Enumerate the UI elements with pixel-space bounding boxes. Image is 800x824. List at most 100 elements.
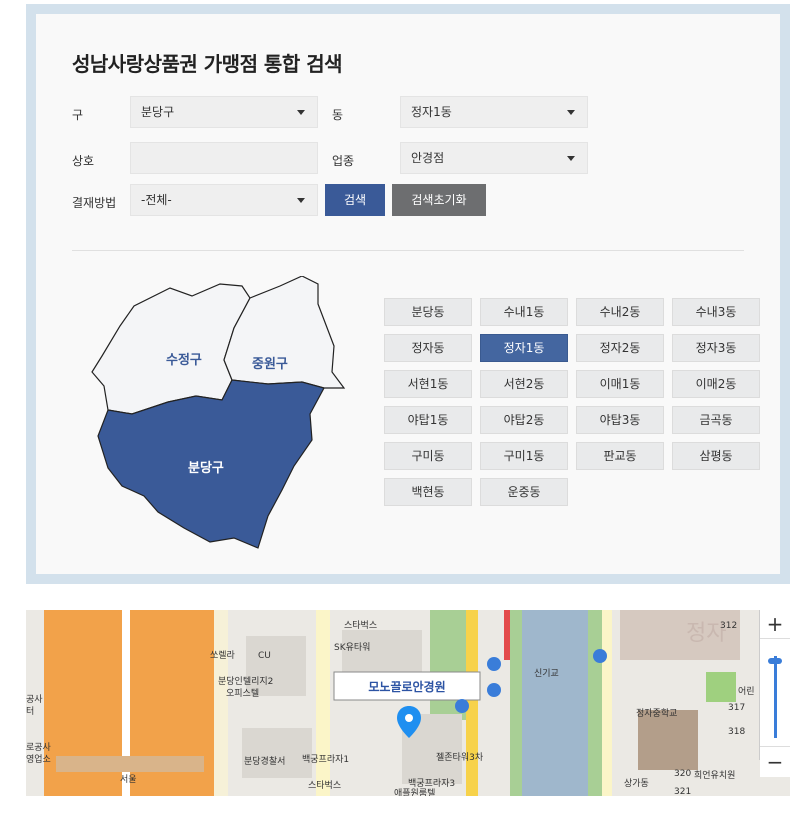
dong-button[interactable]: 운중동 [480,478,568,506]
dong-button[interactable]: 분당동 [384,298,472,326]
map-label: 오피스텔 [226,687,259,699]
bus-stop-icon [455,699,469,713]
name-input[interactable] [130,142,318,174]
district-label-jungwon: 중원구 [252,357,288,372]
dong-button[interactable]: 금곡동 [672,406,760,434]
dong-button[interactable]: 정자2동 [576,334,664,362]
map-popup-label: 모노끌로안경원 [368,679,445,694]
map-svg: 모노끌로안경원 스타벅스SK유타워쏘렐라 CU분당인텔리지2오피스텔분당경찰서 백궁… [26,610,790,796]
zoom-slider-handle[interactable] [768,658,782,664]
zoom-slider-track[interactable] [774,656,777,738]
gu-select[interactable]: 분당구 [130,96,318,128]
category-select-value: 안경점 [411,151,445,165]
bridge [56,756,204,772]
search-button[interactable]: 검색 [325,184,385,216]
bus-stop-icon [487,657,501,671]
map-label: 로공사 [26,742,52,753]
dong-button[interactable]: 구미1동 [480,442,568,470]
chevron-down-icon [297,198,305,203]
map-label: 317 [728,703,745,713]
payment-select-value: -전체- [141,193,172,207]
district-map: 수정구 중원구 분당구 [72,275,362,556]
map-label: 분당인텔리지2 [218,675,273,687]
map-label: 터 [26,706,34,717]
dong-button[interactable]: 정자동 [384,334,472,362]
dong-button[interactable]: 서현2동 [480,370,568,398]
bus-stop-icon [487,683,501,697]
map-label: 백궁프라자3 [408,778,455,789]
dong-button[interactable]: 삼평동 [672,442,760,470]
name-label: 상호 [72,154,95,168]
store-map[interactable]: 모노끌로안경원 스타벅스 SK유타워 쏘렐라 CU 분당인텔리지2 오피스텔 분당경찰서 백궁… [26,610,790,796]
dong-button[interactable]: 이매1동 [576,370,664,398]
road [602,610,612,796]
reset-button[interactable]: 검색초기화 [392,184,486,216]
search-panel: 성남사랑상품권 가맹점 통합 검색 구 분당구 동 정자1동 상호 업종 안경점… [26,4,790,584]
rail-line [504,610,510,660]
dong-button[interactable]: 야탑2동 [480,406,568,434]
map-label: 320 [674,769,691,779]
map-label: 스타벅스 [344,620,377,631]
dong-button[interactable]: 수내1동 [480,298,568,326]
map-label: 젤존타워3차 [436,751,484,763]
dong-button[interactable]: 수내3동 [672,298,760,326]
park-small [706,672,736,702]
category-label: 업종 [332,154,355,168]
map-label: SK유타워 [334,642,370,653]
gu-label: 구 [72,108,84,122]
district-map-svg: 수정구 중원구 분당구 [91,275,346,549]
dong-button[interactable]: 야탑3동 [576,406,664,434]
riverbank-left [510,610,522,796]
search-panel-inner: 성남사랑상품권 가맹점 통합 검색 구 분당구 동 정자1동 상호 업종 안경점… [36,14,780,574]
dong-button[interactable]: 수내2동 [576,298,664,326]
district-label-sujeong: 수정구 [166,352,202,368]
chevron-down-icon [567,156,575,161]
map-label: 분당경찰서 [244,755,285,767]
map-label: 쏘렐라 [210,649,236,661]
dong-button[interactable]: 정자3동 [672,334,760,362]
divider [72,250,744,251]
zoom-control: + − [759,610,790,777]
gu-select-value: 분당구 [141,105,175,119]
road [316,610,330,796]
chevron-down-icon [297,110,305,115]
dong-button[interactable]: 서현1동 [384,370,472,398]
dong-button[interactable]: 판교동 [576,442,664,470]
dong-select-value: 정자1동 [411,105,452,119]
map-label: 애플원룸텔 [394,787,435,796]
map-label: 백궁프라자1 [302,754,349,765]
school-field [638,710,698,770]
map-label: 신기교 [534,668,559,679]
river [522,610,588,796]
riverbank-right [588,610,602,796]
map-label: 312 [720,621,737,631]
dong-button[interactable]: 정자1동 [480,334,568,362]
dong-label: 동 [332,108,344,122]
map-label: 공사 [26,694,43,705]
map-label: 321 [674,787,691,796]
building [246,636,306,696]
map-label: 서울 [120,774,137,785]
map-label: 스타벅스 [308,780,341,791]
dong-button[interactable]: 이매2동 [672,370,760,398]
zoom-in-button[interactable]: + [760,610,790,639]
category-select[interactable]: 안경점 [400,142,588,174]
dong-button[interactable]: 구미동 [384,442,472,470]
map-label: 318 [728,727,745,737]
payment-select[interactable]: -전체- [130,184,318,216]
dong-button[interactable]: 백현동 [384,478,472,506]
map-label: 희언유치원 [694,769,735,781]
bus-stop-icon [593,649,607,663]
district-label-bundang: 분당구 [188,460,224,476]
dong-button[interactable]: 야탑1동 [384,406,472,434]
page-title: 성남사랑상품권 가맹점 통합 검색 [72,52,343,76]
map-label: 정자중학교 [636,708,677,719]
building [242,728,312,778]
road [214,610,228,796]
map-label: CU [258,651,271,661]
payment-label: 결재방법 [72,196,117,210]
zoom-out-button[interactable]: − [760,746,790,777]
chevron-down-icon [567,110,575,115]
dong-select[interactable]: 정자1동 [400,96,588,128]
map-marker-dot [405,714,413,722]
